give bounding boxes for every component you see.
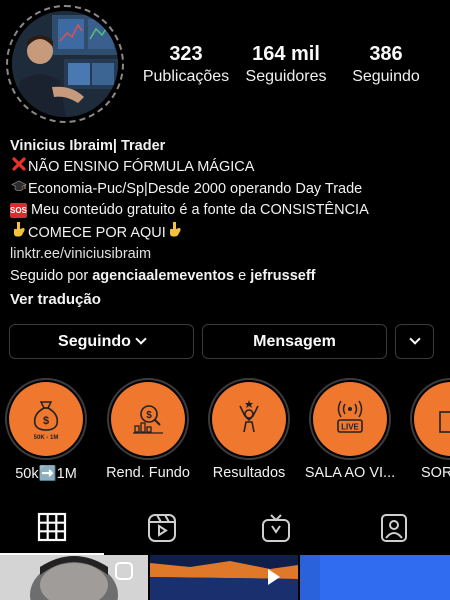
followers-count[interactable]: 164 mil Seguidores [236,42,336,88]
tab-tagged[interactable] [342,500,446,555]
post-thumbnail[interactable] [0,555,148,600]
followers-count-label: Seguidores [245,68,327,85]
pointing-down-icon [10,221,28,244]
following-count[interactable]: 386 Seguindo [336,42,436,88]
highlight-label: SOR [421,465,450,481]
profile-tabs [0,500,450,555]
avatar[interactable] [12,11,118,117]
suggested-accounts-button[interactable] [395,324,434,359]
message-button[interactable]: Mensagem [202,324,387,359]
tab-reels[interactable] [110,500,214,555]
followed-by-user-1[interactable]: agenciaalemeventos [92,268,234,284]
chevron-down-icon [135,333,147,345]
posts-count-value: 323 [169,43,203,65]
bio-line-1-text: NÃO ENSINO FÓRMULA MÁGICA [28,159,255,176]
posts-count-label: Publicações [142,68,230,85]
profile-bio: Vinicius Ibraim| Trader NÃO ENSINO FÓRMU… [10,136,440,310]
highlight-item[interactable]: LIVE SALA AO VI... [304,378,396,481]
following-count-label: Seguindo [352,68,420,85]
red-x-icon [10,157,28,178]
profile-name: Vinicius Ibraim| Trader [10,138,166,154]
see-translation-link[interactable]: Ver tradução [10,289,440,310]
post-thumbnail[interactable] [150,555,298,600]
followed-by-user-2[interactable]: jefrusseff [250,268,315,284]
gift-icon [439,411,450,433]
profile-stats: 323 Publicações 164 mil Seguidores 386 S… [136,42,436,88]
sos-icon: SOS [10,202,27,218]
highlight-item[interactable]: Resultados [203,378,295,481]
highlight-label: 50k➡️1M [15,466,77,482]
following-count-value: 386 [369,43,403,65]
bio-line-3-text: Meu conteúdo gratuito é a fonte da CONSI… [31,201,369,218]
money-bag-icon: $ 50K - 1M [34,401,59,441]
igtv-icon [262,513,290,542]
live-broadcast-icon: LIVE [337,400,363,433]
following-button[interactable]: Seguindo [9,324,194,359]
followers-count-value: 164 mil [252,43,320,65]
highlight-icon-text: LIVE [341,423,359,432]
followed-by-prefix: Seguido por [10,267,89,284]
dollar-search-chart-icon: $ [133,405,163,434]
following-button-label: Seguindo [58,332,131,350]
tagged-icon [381,513,407,542]
post-thumbnail[interactable] [300,555,450,600]
tab-igtv[interactable] [224,500,328,555]
highlight-item[interactable]: SOR [405,378,450,481]
avatar-photo [12,11,118,117]
posts-grid [0,555,450,600]
posts-count[interactable]: 323 Publicações [136,42,236,88]
highlight-icon-text: 50K - 1M [34,435,59,441]
highlight-label: Rend. Fundo [106,465,190,481]
tab-posts-grid[interactable] [0,500,104,555]
bio-line-1: NÃO ENSINO FÓRMULA MÁGICA [10,157,440,178]
message-button-label: Mensagem [253,332,336,350]
highlight-label: Resultados [212,465,286,481]
grid-icon [37,512,67,541]
followed-by[interactable]: Seguido por agenciaalemeventos e jefruss… [10,266,440,287]
reels-icon [148,513,176,542]
followed-by-conjunction: e [238,267,247,284]
highlight-label: SALA AO VI... [304,465,396,481]
bio-line-2-text: Economia-Puc/Sp|Desde 2000 operando Day … [28,180,363,197]
graduation-cap-icon [10,179,28,200]
story-highlights: $ 50K - 1M 50k➡️1M $ Rend. Fundo Resulta… [0,378,450,488]
chevron-down-icon [408,333,421,345]
bio-line-4-text: COMECE POR AQUI [28,225,166,242]
pointing-down-icon-2 [166,221,184,244]
celebrating-person-icon [239,400,259,433]
bio-line-2: Economia-Puc/Sp|Desde 2000 operando Day … [10,179,440,200]
highlight-item[interactable]: $ 50K - 1M 50k➡️1M [0,378,92,482]
bio-line-4: COMECE POR AQUI [10,221,440,244]
svg-text:$: $ [146,410,152,421]
svg-text:$: $ [43,415,49,427]
highlight-item[interactable]: $ Rend. Fundo [102,378,194,481]
bio-line-3: SOS Meu conteúdo gratuito é a fonte da C… [10,200,440,221]
profile-link[interactable]: linktr.ee/viniciusibraim [10,244,440,265]
